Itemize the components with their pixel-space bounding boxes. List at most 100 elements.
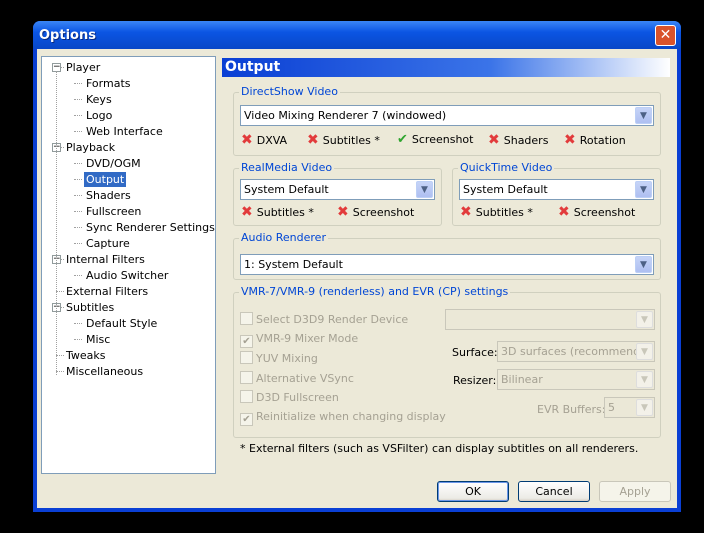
tree-item[interactable]: Web Interface — [84, 124, 165, 139]
options-dialog: Options ✕ Player − Formats Keys Logo Web Inte… — [33, 21, 681, 512]
capability-indicator: ✖ Subtitles * — [241, 205, 314, 220]
cancel-button[interactable]: Cancel — [518, 481, 590, 502]
checkbox[interactable]: Alternative VSync — [240, 370, 354, 385]
tree-connector — [74, 211, 82, 212]
quicktime-group: QuickTime Video System Default ▼ ✖ Subtitl… — [452, 161, 661, 226]
chevron-down-icon[interactable]: ▼ — [635, 107, 652, 124]
tree-item[interactable]: Playback — [64, 140, 117, 155]
title-bar[interactable]: Options — [33, 21, 681, 49]
chevron-down-icon: ▼ — [636, 371, 653, 388]
tree-item[interactable]: DVD/OGM — [84, 156, 143, 171]
quicktime-select[interactable]: System Default ▼ — [459, 179, 654, 200]
tree-connector — [74, 115, 82, 116]
select-value: 3D surfaces (recommended) — [501, 345, 655, 358]
cross-icon: ✖ — [337, 204, 349, 220]
checkbox-unchecked-icon — [240, 370, 253, 384]
checkbox-unchecked-icon — [240, 351, 253, 364]
tree-item[interactable]: Default Style — [84, 316, 159, 331]
capability-indicator: ✖ Subtitles * — [307, 133, 380, 148]
tree-connector — [74, 131, 82, 132]
tree-item[interactable]: Internal Filters — [64, 252, 147, 267]
surface-select[interactable]: 3D surfaces (recommended) ▼ — [497, 341, 655, 362]
tree-connector — [74, 179, 82, 180]
tree-item[interactable]: Misc — [84, 332, 112, 347]
directshow-select[interactable]: Video Mixing Renderer 7 (windowed) ▼ — [240, 105, 654, 126]
capability-label: Rotation — [579, 134, 626, 147]
select-value: Video Mixing Renderer 7 (windowed) — [244, 109, 447, 122]
capability-label: Screenshot — [352, 206, 415, 219]
chevron-down-icon[interactable]: ▼ — [635, 181, 652, 198]
capability-label: Subtitles * — [322, 134, 380, 147]
cross-icon: ✖ — [307, 132, 319, 148]
tree-item[interactable]: Keys — [84, 92, 114, 107]
checkbox-checked-icon: ✔ — [240, 412, 253, 426]
tree-item[interactable]: Tweaks — [64, 348, 108, 363]
render-device-select[interactable]: ▼ — [445, 309, 655, 330]
capability-indicator: ✖ Rotation — [564, 133, 626, 148]
cross-icon: ✖ — [558, 204, 570, 220]
tree-item[interactable]: Shaders — [84, 188, 133, 203]
close-button[interactable]: ✕ — [655, 25, 676, 46]
capability-label: Subtitles * — [475, 206, 533, 219]
group-label: RealMedia Video — [239, 161, 335, 174]
capability-indicator: ✖ Shaders — [488, 133, 548, 148]
checkbox-label: YUV Mixing — [256, 352, 318, 365]
resizer-label: Resizer: — [453, 374, 497, 387]
ok-button[interactable]: OK — [437, 481, 509, 502]
checkbox-label: Select D3D9 Render Device — [256, 313, 409, 326]
tree-item[interactable]: Fullscreen — [84, 204, 143, 219]
select-value: System Default — [463, 183, 548, 196]
checkbox[interactable]: Select D3D9 Render Device — [240, 312, 408, 326]
checkbox-label: Reinitialize when changing display — [256, 409, 446, 423]
checkbox[interactable]: ✔ VMR-9 Mixer Mode — [240, 332, 358, 348]
checkbox-label: VMR-9 Mixer Mode — [256, 331, 359, 345]
checkbox-unchecked-icon — [240, 390, 253, 403]
capability-indicator: ✖ Screenshot — [337, 205, 414, 220]
capability-indicator: ✔ Screenshot — [397, 133, 473, 147]
footnote: * External filters (such as VSFilter) ca… — [240, 442, 639, 455]
select-value: 5 — [608, 401, 615, 414]
options-tree[interactable]: Player − Formats Keys Logo Web Interface Playb… — [41, 56, 216, 474]
tree-connector — [74, 195, 82, 196]
resizer-select[interactable]: Bilinear ▼ — [497, 369, 655, 390]
realmedia-select[interactable]: System Default ▼ — [240, 179, 435, 200]
checkbox[interactable]: D3D Fullscreen — [240, 390, 339, 404]
chevron-down-icon: ▼ — [636, 343, 653, 360]
tree-item[interactable]: Logo — [84, 108, 114, 123]
capability-label: Subtitles * — [256, 206, 314, 219]
select-value: Bilinear — [501, 373, 543, 386]
tree-item[interactable]: Output — [84, 172, 127, 187]
tree-connector — [56, 371, 64, 372]
chevron-down-icon[interactable]: ▼ — [635, 256, 652, 273]
group-label: QuickTime Video — [458, 161, 555, 174]
capability-indicator: ✖ DXVA — [241, 133, 287, 148]
evr-buffers-select[interactable]: 5 ▼ — [604, 397, 655, 418]
tree-item[interactable]: Subtitles — [64, 300, 116, 315]
tree-item[interactable]: External Filters — [64, 284, 150, 299]
capability-indicator: ✖ Screenshot — [558, 205, 635, 220]
audio-renderer-select[interactable]: 1: System Default ▼ — [240, 254, 654, 275]
checkbox[interactable]: YUV Mixing — [240, 351, 318, 365]
select-value: 1: System Default — [244, 258, 343, 271]
checkbox[interactable]: ✔ Reinitialize when changing display — [240, 410, 446, 426]
apply-button[interactable]: Apply — [599, 481, 671, 502]
tree-item[interactable]: Miscellaneous — [64, 364, 145, 379]
tree-connector — [74, 275, 82, 276]
tree-connector — [56, 71, 57, 375]
tree-item[interactable]: Formats — [84, 76, 133, 91]
tree-connector — [74, 339, 82, 340]
evr-buffers-label: EVR Buffers: — [537, 403, 606, 416]
tree-connector — [74, 99, 82, 100]
cross-icon: ✖ — [241, 204, 253, 220]
cross-icon: ✖ — [488, 132, 500, 148]
tree-item[interactable]: Sync Renderer Settings — [84, 220, 217, 235]
directshow-group: DirectShow Video Video Mixing Renderer 7… — [233, 85, 661, 156]
group-label: DirectShow Video — [239, 85, 340, 98]
tree-item[interactable]: Player — [64, 60, 102, 75]
group-label: VMR-7/VMR-9 (renderless) and EVR (CP) se… — [239, 285, 511, 298]
chevron-down-icon[interactable]: ▼ — [416, 181, 433, 198]
page-title: Output — [222, 58, 670, 77]
tree-item[interactable]: Capture — [84, 236, 132, 251]
capability-label: Screenshot — [411, 133, 474, 146]
tree-item[interactable]: Audio Switcher — [84, 268, 170, 283]
